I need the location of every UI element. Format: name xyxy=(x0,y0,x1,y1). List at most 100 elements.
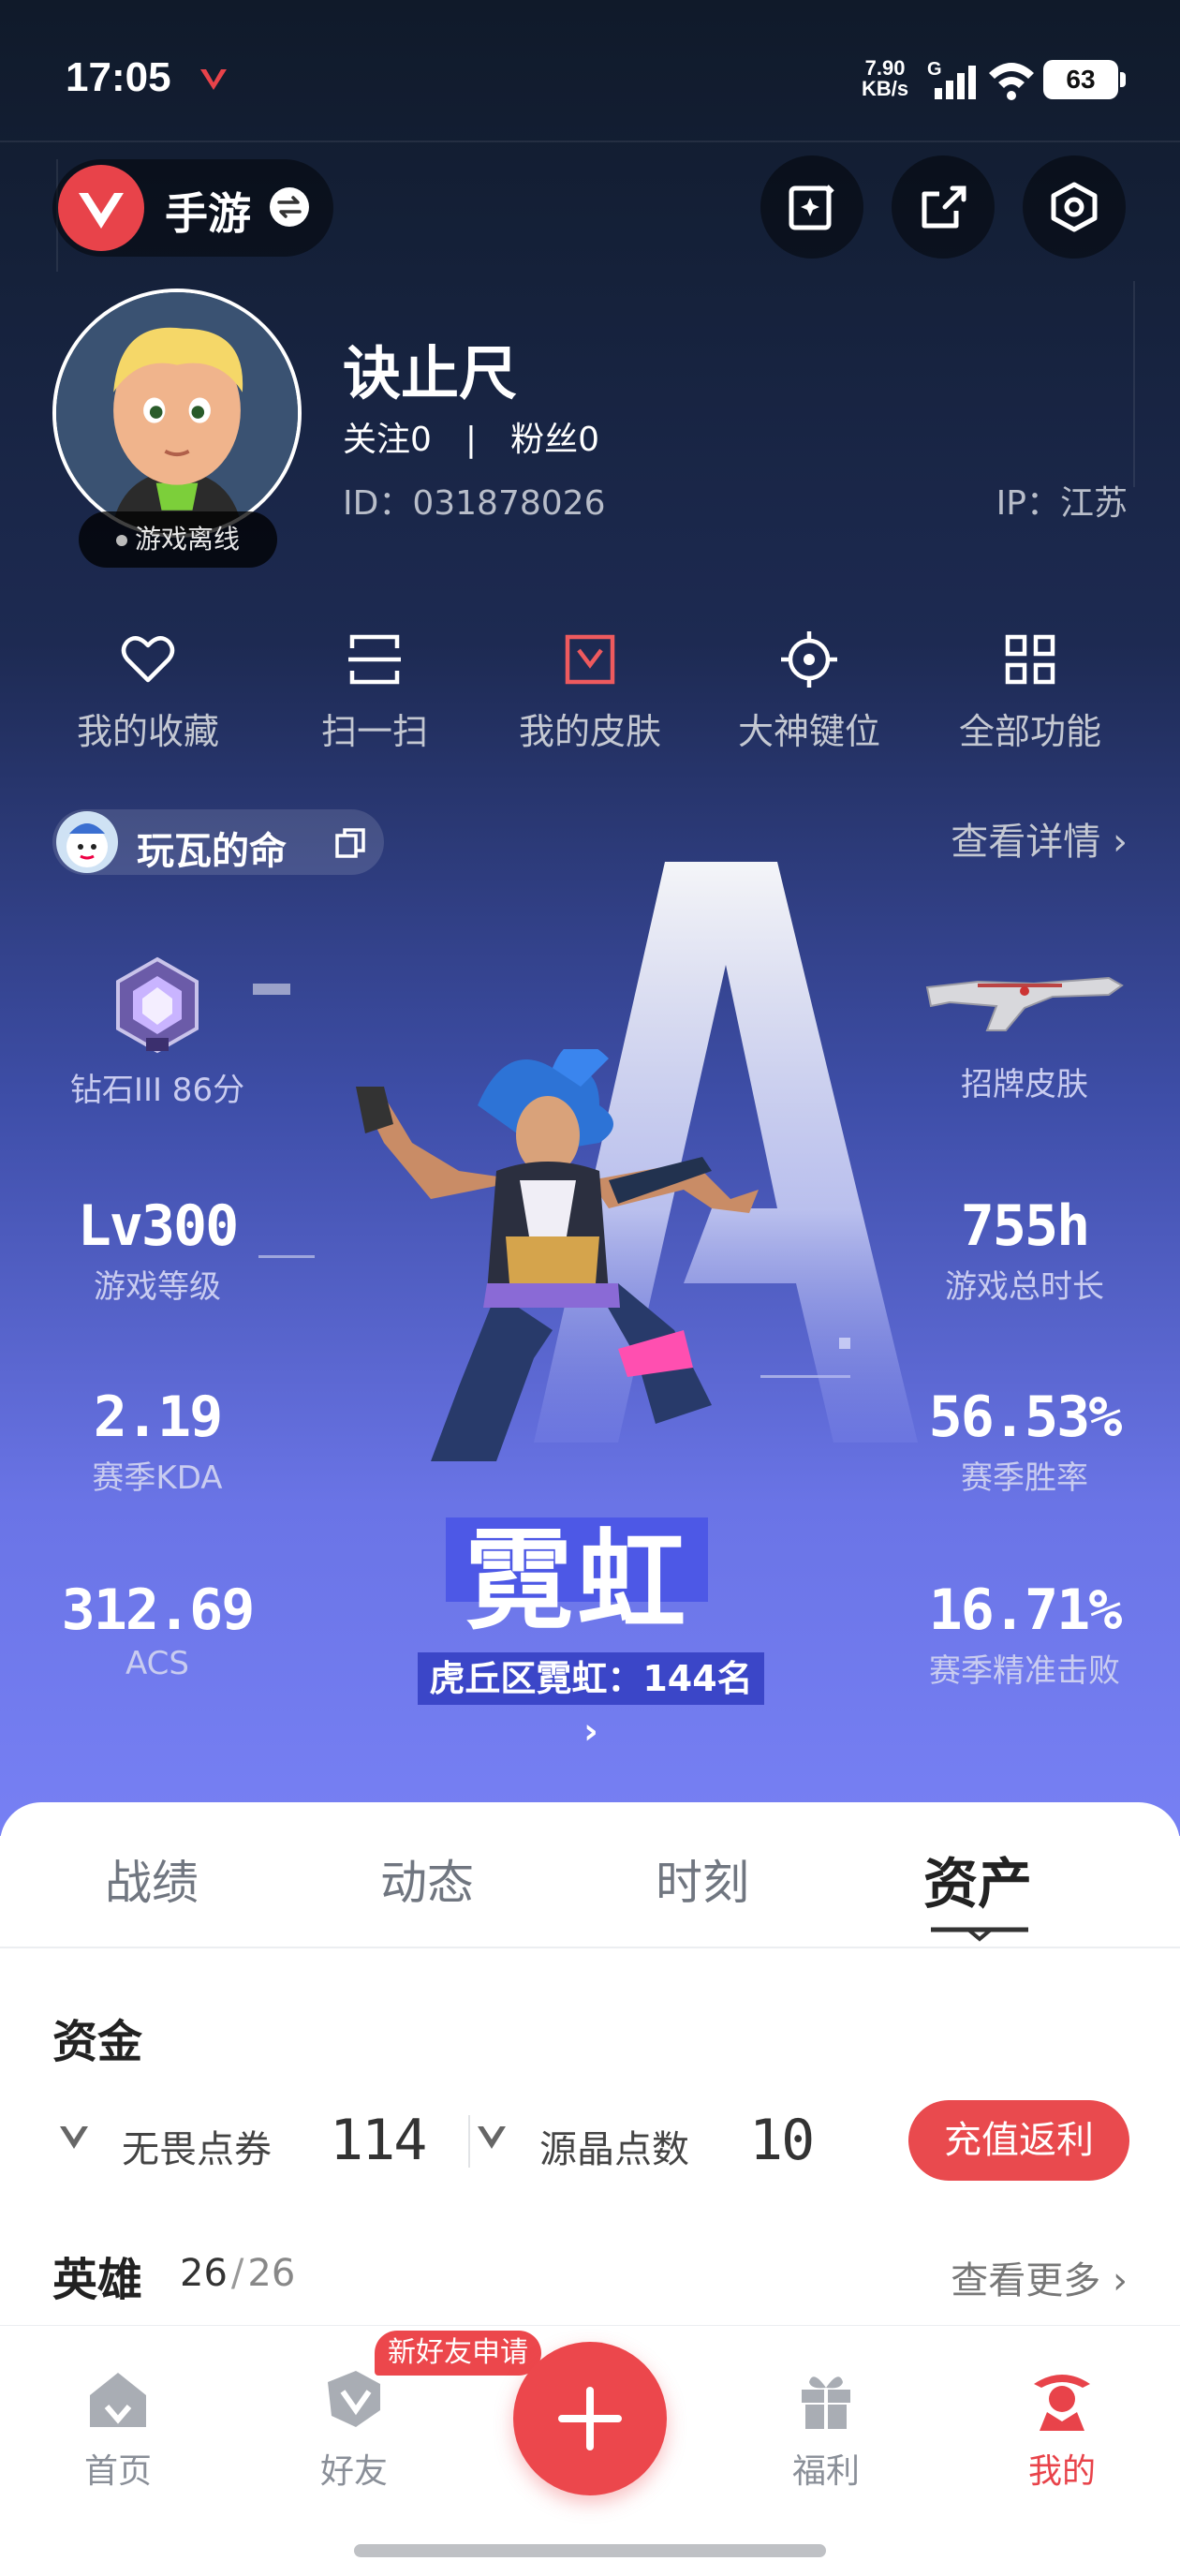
edit-card-icon xyxy=(789,185,834,230)
game-mode-label: 手游 xyxy=(165,188,251,239)
tab-records[interactable]: 战绩 xyxy=(49,1845,255,1913)
radianite-points-label: 源晶点数 xyxy=(539,2128,689,2171)
quick-action-label: 我的收藏 xyxy=(76,711,219,752)
online-status-text: 游戏离线 xyxy=(134,524,240,555)
status-dot-icon xyxy=(115,535,127,546)
valorant-points-icon xyxy=(60,2126,88,2149)
valorant-points-value: 114 xyxy=(330,2108,427,2173)
view-details-link[interactable]: 查看详情 › xyxy=(951,811,1128,866)
network-speed-unit: KB/s xyxy=(862,77,909,100)
user-id[interactable]: ID：031878026 xyxy=(343,476,605,525)
nav-label: 我的 xyxy=(1027,2452,1096,2491)
profile-icon xyxy=(1034,2375,1090,2431)
acs-label: ACS xyxy=(125,1645,189,1682)
winrate-stat: 56.53% 赛季胜率 xyxy=(884,1384,1165,1498)
followers-link[interactable]: 粉丝0 xyxy=(510,421,599,459)
follow-stats: 关注0 | 粉丝0 xyxy=(343,412,599,461)
quick-action-all[interactable]: 全部功能 xyxy=(927,629,1133,754)
signature-skin-stat[interactable]: 招牌皮肤 xyxy=(884,955,1165,1104)
playtime-stat: 755h 游戏总时长 xyxy=(884,1193,1165,1307)
ip-location: IP：江苏 xyxy=(996,484,1128,523)
playtime-value: 755h xyxy=(960,1193,1091,1259)
diamond-rank-icon xyxy=(116,956,199,1054)
nav-home[interactable]: 首页 xyxy=(52,2363,184,2493)
game-account-pill[interactable]: 玩瓦的命 xyxy=(52,809,384,875)
rank-stat[interactable]: 钻石III 86分 xyxy=(17,955,298,1110)
quick-action-label: 我的皮肤 xyxy=(518,711,661,752)
nav-label: 首页 xyxy=(83,2452,152,2491)
plus-icon xyxy=(558,2387,622,2450)
home-indicator[interactable] xyxy=(354,2544,826,2557)
funds-divider xyxy=(468,2115,470,2168)
active-tab-indicator xyxy=(931,1927,1028,1942)
following-label: 关注 xyxy=(343,421,411,459)
nav-label: 福利 xyxy=(791,2452,860,2491)
following-link[interactable]: 关注0 xyxy=(343,421,432,459)
online-status-pill: 游戏离线 xyxy=(79,511,277,568)
follow-separator: | xyxy=(465,421,478,459)
kda-value: 2.19 xyxy=(93,1384,224,1450)
chevron-right-icon: › xyxy=(1100,2259,1128,2302)
kda-stat: 2.19 赛季KDA xyxy=(17,1384,298,1498)
quick-action-favorites[interactable]: 我的收藏 xyxy=(45,629,251,754)
weapon-skin-icon xyxy=(925,976,1124,1031)
headshot-stat: 16.71% 赛季精准击败 xyxy=(884,1577,1165,1691)
game-mode-switcher[interactable]: 手游 xyxy=(52,159,333,257)
nav-rewards[interactable]: 福利 xyxy=(760,2363,892,2493)
wifi-icon xyxy=(989,63,1034,100)
heroes-title: 英雄 xyxy=(52,2254,143,2306)
radianite-points-icon xyxy=(478,2126,506,2149)
view-more-heroes-link[interactable]: 查看更多 › xyxy=(951,2250,1128,2304)
tab-posts[interactable]: 动态 xyxy=(324,1845,530,1913)
quick-action-label: 扫一扫 xyxy=(320,711,428,752)
playtime-label: 游戏总时长 xyxy=(945,1268,1104,1306)
profile-nickname: 诀止尺 xyxy=(343,339,518,407)
crosshair-icon xyxy=(781,631,837,688)
kda-label: 赛季KDA xyxy=(92,1459,223,1497)
agent-leaderboard-link[interactable]: 虎丘区霓虹：144名 › xyxy=(418,1652,764,1752)
agent-rank-text: 虎丘区霓虹：144名 xyxy=(429,1658,753,1699)
battery-indicator: 63 xyxy=(1043,60,1126,99)
quick-action-label: 全部功能 xyxy=(958,711,1101,752)
heart-icon xyxy=(121,636,175,683)
copy-icon[interactable] xyxy=(333,826,367,860)
quick-action-scan[interactable]: 扫一扫 xyxy=(272,629,478,754)
nav-friends[interactable]: 好友 xyxy=(288,2363,420,2493)
tab-assets[interactable]: 资产 xyxy=(875,1840,1081,1918)
heroes-total: 26 xyxy=(247,2252,296,2295)
quick-action-label: 大神键位 xyxy=(737,711,880,752)
user-avatar[interactable] xyxy=(52,289,302,538)
edit-profile-button[interactable] xyxy=(760,155,863,259)
heroes-count-slash: / xyxy=(230,2252,244,2295)
signature-skin-label: 招牌皮肤 xyxy=(961,1066,1088,1103)
nav-me[interactable]: 我的 xyxy=(996,2363,1128,2493)
grid-icon xyxy=(1005,634,1055,685)
share-button[interactable] xyxy=(892,155,995,259)
chevron-right-icon: › xyxy=(583,1710,598,1752)
recharge-rebate-button[interactable]: 充值返利 xyxy=(908,2100,1129,2181)
winrate-label: 赛季胜率 xyxy=(961,1459,1088,1497)
network-speed: 7.90 KB/s xyxy=(862,58,908,99)
quick-action-keybinds[interactable]: 大神键位 xyxy=(706,629,912,754)
funds-title: 资金 xyxy=(52,2016,143,2068)
game-account-name: 玩瓦的命 xyxy=(137,830,287,873)
gift-icon xyxy=(802,2376,850,2429)
settings-button[interactable] xyxy=(1023,155,1126,259)
scan-icon xyxy=(348,634,401,685)
view-details-label: 查看详情 xyxy=(951,821,1101,864)
swap-icon xyxy=(270,187,309,227)
home-icon xyxy=(90,2373,146,2427)
app-notification-icon xyxy=(200,69,227,90)
view-more-label: 查看更多 xyxy=(951,2259,1101,2302)
heroes-owned: 26 xyxy=(180,2252,228,2295)
level-stat: Lv300 游戏等级 xyxy=(17,1193,298,1307)
winrate-value: 56.53% xyxy=(928,1384,1123,1450)
tab-moments[interactable]: 时刻 xyxy=(599,1845,805,1913)
quick-action-skins[interactable]: 我的皮肤 xyxy=(487,629,693,754)
status-time: 17:05 xyxy=(66,54,171,100)
headshot-label: 赛季精准击败 xyxy=(929,1652,1120,1690)
headshot-value: 16.71% xyxy=(928,1577,1123,1643)
status-bar: 17:05 7.90 KB/s G 63 xyxy=(0,0,1180,159)
acs-value: 312.69 xyxy=(61,1577,256,1643)
create-post-button[interactable] xyxy=(513,2342,667,2495)
